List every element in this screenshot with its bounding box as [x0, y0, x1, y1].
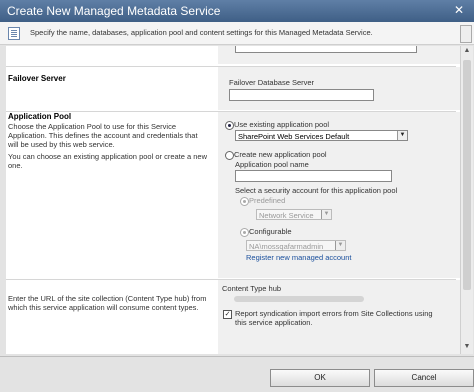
existing-pool-select[interactable]: SharePoint Web Services Default ▼	[235, 130, 408, 141]
predefined-label: Predefined	[249, 196, 286, 205]
scroll-down-icon[interactable]: ▼	[462, 343, 472, 353]
close-icon[interactable]: ✕	[452, 3, 466, 17]
dialog-title: Create New Managed Metadata Service	[7, 4, 221, 18]
report-errors-label: Report syndication import errors from Si…	[235, 309, 433, 327]
pool-name-label: Application pool name	[235, 160, 309, 169]
configurable-label: Configurable	[249, 227, 292, 236]
scroll-thumb[interactable]	[463, 60, 471, 290]
create-new-radio[interactable]	[225, 151, 234, 160]
security-account-label: Select a security account for this appli…	[235, 186, 398, 195]
info-scroll[interactable]	[460, 25, 472, 43]
configurable-radio[interactable]	[240, 228, 249, 237]
pool-name-input[interactable]	[235, 170, 392, 182]
dialog-titlebar: Create New Managed Metadata Service ✕	[0, 0, 474, 22]
chevron-down-icon: ▼	[321, 210, 331, 219]
failover-db-input[interactable]	[229, 89, 374, 101]
app-pool-description: Choose the Application Pool to use for t…	[8, 122, 198, 149]
previous-field[interactable]	[235, 46, 417, 53]
ok-button[interactable]: OK	[270, 369, 370, 387]
use-existing-label: Use existing application pool	[234, 120, 330, 129]
content-hub-url-blurred	[234, 296, 364, 302]
chevron-down-icon: ▼	[397, 131, 407, 140]
form-content: Failover Server Failover Database Server…	[6, 46, 460, 354]
predefined-radio[interactable]	[240, 197, 249, 206]
register-managed-account-link[interactable]: Register new managed account	[246, 253, 351, 262]
failover-heading: Failover Server	[8, 74, 66, 83]
use-existing-radio[interactable]	[225, 121, 234, 130]
info-text: Specify the name, databases, application…	[30, 28, 373, 37]
content-hub-description: Enter the URL of the site collection (Co…	[8, 294, 207, 312]
configurable-select[interactable]: NA\mossqafarmadmin ▼	[246, 240, 346, 251]
dialog-footer: OK Cancel	[0, 356, 474, 392]
create-new-label: Create new application pool	[234, 150, 327, 159]
predefined-select[interactable]: Network Service ▼	[256, 209, 332, 220]
info-bar: Specify the name, databases, application…	[0, 22, 474, 45]
app-pool-description-2: You can choose an existing application p…	[8, 152, 208, 170]
failover-db-label: Failover Database Server	[229, 78, 315, 87]
chevron-down-icon: ▼	[335, 241, 345, 250]
report-errors-checkbox[interactable]: ✓	[223, 310, 232, 319]
scroll-up-icon[interactable]: ▲	[462, 47, 472, 57]
document-icon	[8, 27, 20, 40]
vertical-scrollbar[interactable]: ▲ ▼	[460, 46, 473, 354]
cancel-button[interactable]: Cancel	[374, 369, 474, 387]
app-pool-heading: Application Pool	[8, 112, 72, 121]
content-hub-label: Content Type hub	[222, 284, 282, 293]
